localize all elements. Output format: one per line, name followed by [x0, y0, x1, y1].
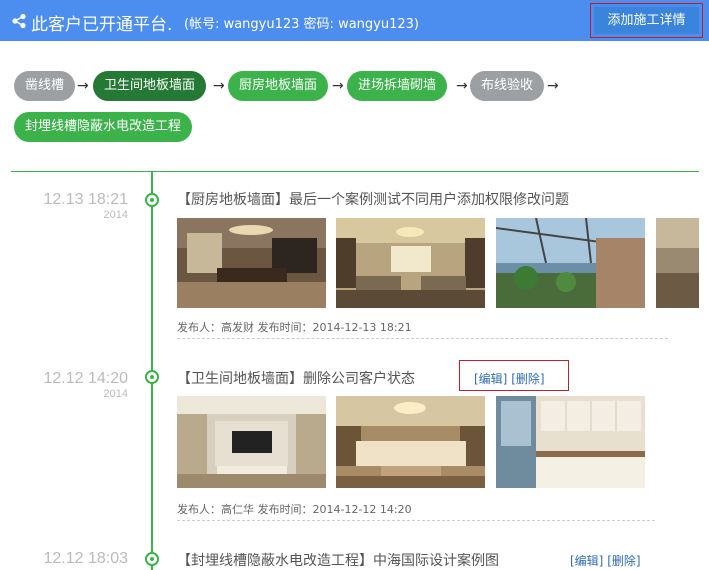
step-wiring-inspection[interactable]: 布线验收	[470, 71, 545, 101]
entry-title[interactable]: 【封埋线槽隐蔽水电改造工程】中海国际设计案例图	[177, 550, 499, 570]
dining-room-photo[interactable]	[177, 218, 326, 308]
kitchen-photo[interactable]	[496, 396, 645, 488]
step-demolition-masonry[interactable]: 进场拆墙砌墙	[347, 71, 448, 101]
add-construction-detail-button[interactable]: 添加施工详情	[594, 7, 699, 34]
room-photo-partial[interactable]	[656, 218, 699, 308]
edit-link[interactable]: [编辑]	[474, 372, 507, 386]
timeline-divider	[11, 171, 699, 172]
entry-actions: [编辑] [删除]	[474, 370, 545, 387]
entry-title[interactable]: 【卫生间地板墙面】删除公司客户状态	[177, 368, 415, 388]
edit-link[interactable]: [编辑]	[570, 554, 603, 568]
top-bar: 此客户已开通平台. (帐号: wangyu123 密码: wangyu123) …	[0, 0, 709, 41]
delete-link[interactable]: [删除]	[607, 554, 640, 568]
entry-meta: 发布人：高发财 发布时间：2014-12-13 18:21	[177, 321, 412, 334]
entry-divider	[177, 338, 668, 339]
tv-wall-photo[interactable]	[177, 396, 326, 488]
step-slotting[interactable]: 凿线槽	[14, 71, 76, 101]
step-concealed-plumbing-electrical[interactable]: 封埋线槽隐蔽水电改造工程	[14, 112, 193, 142]
timeline-dot	[145, 193, 159, 207]
entry-datetime: 12.13 18:21 2014	[30, 191, 128, 221]
account-info: (帐号: wangyu123 密码: wangyu123)	[184, 17, 419, 32]
delete-link[interactable]: [删除]	[511, 372, 544, 386]
timeline-dot	[145, 370, 159, 384]
entry-meta: 发布人：高仁华 发布时间：2014-12-12 14:20	[177, 503, 412, 516]
entry-time: 12.12 18:03	[43, 550, 128, 567]
step-arrow: →	[547, 78, 559, 94]
share-icon	[12, 13, 26, 29]
entry-datetime: 12.12 18:03	[30, 550, 128, 568]
living-room-photo[interactable]	[336, 218, 485, 308]
step-arrow: →	[77, 78, 89, 94]
entry-divider	[177, 520, 655, 521]
timeline-dot	[145, 552, 159, 566]
step-arrow: →	[213, 78, 225, 94]
entry-title[interactable]: 【厨房地板墙面】最后一个案例测试不同用户添加权限修改问题	[177, 189, 569, 209]
step-arrow: →	[456, 78, 468, 94]
sofa-room-photo[interactable]	[336, 396, 485, 488]
add-button-highlight: 添加施工详情	[590, 3, 703, 38]
step-arrow: →	[332, 78, 344, 94]
entry-year: 2014	[103, 209, 128, 221]
sunroom-photo[interactable]	[496, 218, 645, 308]
page-title: 此客户已开通平台.	[31, 15, 173, 35]
step-kitchen-floor-wall[interactable]: 厨房地板墙面	[228, 71, 329, 101]
entry-actions: [编辑] [删除]	[570, 552, 641, 569]
entry-time: 12.13 18:21	[43, 191, 128, 208]
entry-time: 12.12 14:20	[43, 370, 128, 387]
entry-datetime: 12.12 14:20 2014	[30, 370, 128, 400]
entry-year: 2014	[103, 388, 128, 400]
step-bathroom-floor-wall[interactable]: 卫生间地板墙面	[93, 71, 207, 101]
